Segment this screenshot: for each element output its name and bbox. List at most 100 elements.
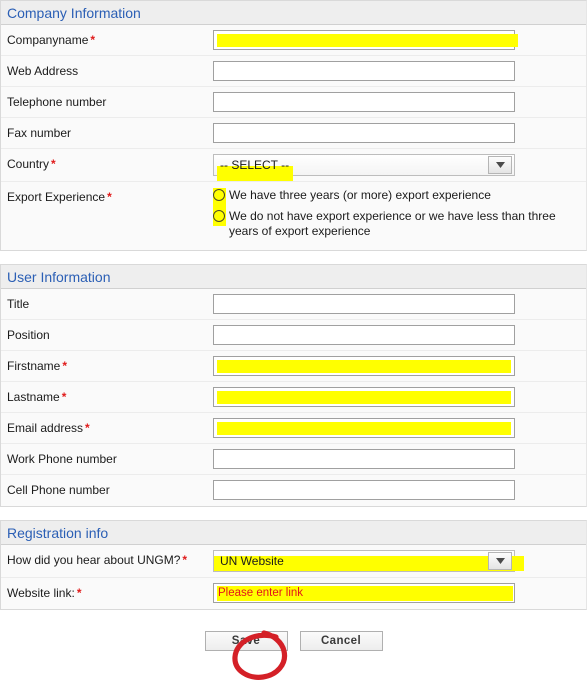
field-fax-number (213, 118, 586, 148)
cancel-button[interactable]: Cancel (299, 631, 383, 651)
highlight-overlay (217, 360, 511, 373)
asterisk-icon: * (90, 33, 96, 47)
button-row: Save Cancel (0, 631, 587, 651)
form-row-telephone-number: Telephone number (1, 87, 586, 118)
label-title: Title (1, 289, 213, 311)
field-email-address (213, 413, 586, 443)
form-row-companyname: Companyname * (1, 25, 586, 56)
fax-number-input[interactable] (213, 123, 515, 143)
section-title: Registration info (7, 525, 109, 541)
label-text: Web Address (7, 64, 79, 78)
field-cell-phone-number (213, 475, 586, 505)
radio-option-label: We have three years (or more) export exp… (229, 188, 491, 202)
section-title: Company Information (7, 5, 141, 21)
asterisk-icon: * (85, 421, 90, 435)
label-firstname: Firstname * (1, 351, 213, 373)
label-text: Export Experience (7, 190, 106, 204)
label-text: Title (7, 297, 30, 311)
label-country: Country * (1, 149, 213, 171)
chevron-down-icon[interactable] (488, 156, 512, 174)
label-text: Fax number (7, 126, 72, 140)
asterisk-icon: * (182, 553, 188, 567)
section-user-information: User Information Title Position Firstnam… (0, 264, 587, 507)
field-lastname (213, 382, 586, 412)
website-link-input[interactable]: Please enter link (213, 583, 515, 603)
form-row-website-link: Website link: * Please enter link (1, 578, 586, 609)
how-did-you-hear-select[interactable]: UN Website (213, 550, 524, 572)
label-text: Firstname (7, 359, 61, 373)
label-text: Work Phone number (7, 452, 117, 466)
label-cell-phone-number: Cell Phone number (1, 475, 213, 497)
form-row-export-experience: Export Experience * We have three years (… (1, 182, 586, 250)
field-web-address (213, 56, 586, 86)
label-telephone-number: Telephone number (1, 87, 213, 109)
label-text: Country (7, 157, 50, 171)
field-country: -- SELECT -- (213, 149, 586, 181)
label-export-experience: Export Experience * (1, 182, 213, 204)
highlight-overlay (217, 391, 511, 404)
field-position (213, 320, 586, 350)
radio-button-icon[interactable] (213, 210, 225, 222)
email-address-input[interactable] (213, 418, 515, 438)
lastname-input[interactable] (213, 387, 515, 407)
label-text: Website link: (7, 586, 75, 600)
how-did-you-hear-select-value: UN Website (220, 554, 284, 568)
section-gap (0, 507, 587, 520)
form-row-title: Title (1, 289, 586, 320)
work-phone-number-input[interactable] (213, 449, 515, 469)
label-text: Position (7, 328, 50, 342)
label-work-phone-number: Work Phone number (1, 444, 213, 466)
field-firstname (213, 351, 586, 381)
form-row-cell-phone-number: Cell Phone number (1, 475, 586, 506)
label-text: How did you hear about UNGM? (7, 553, 181, 567)
section-header-user-information: User Information (1, 265, 586, 289)
chevron-down-icon[interactable] (488, 552, 512, 570)
label-website-link: Website link: * (1, 578, 213, 600)
highlight-overlay (217, 34, 518, 47)
save-button[interactable]: Save (204, 631, 288, 651)
asterisk-icon: * (61, 390, 67, 404)
section-header-company-information: Company Information (1, 1, 586, 25)
registration-form-page: Company Information Companyname * Web Add… (0, 0, 587, 682)
section-title: User Information (7, 269, 111, 285)
cell-phone-number-input[interactable] (213, 480, 515, 500)
form-row-lastname: Lastname * (1, 382, 586, 413)
form-row-firstname: Firstname * (1, 351, 586, 382)
section-header-registration-info: Registration info (1, 521, 586, 545)
companyname-input[interactable] (213, 30, 518, 50)
field-title (213, 289, 586, 319)
field-companyname (213, 25, 586, 55)
field-how-did-you-hear: UN Website (213, 545, 586, 577)
telephone-number-input[interactable] (213, 92, 515, 112)
field-website-link: Please enter link (213, 578, 586, 608)
website-link-placeholder: Please enter link (217, 586, 513, 601)
radio-option-three-years[interactable]: We have three years (or more) export exp… (213, 188, 581, 203)
highlight-overlay (217, 422, 511, 435)
country-select-value: -- SELECT -- (220, 158, 290, 172)
label-lastname: Lastname * (1, 382, 213, 404)
form-footer: Save Cancel (0, 610, 587, 657)
section-company-information: Company Information Companyname * Web Add… (0, 0, 587, 251)
title-input[interactable] (213, 294, 515, 314)
position-input[interactable] (213, 325, 515, 345)
label-text: Companyname (7, 33, 89, 47)
firstname-input[interactable] (213, 356, 515, 376)
label-companyname: Companyname * (1, 25, 213, 47)
label-how-did-you-hear: How did you hear about UNGM? * (1, 545, 213, 567)
radio-button-icon[interactable] (213, 189, 225, 201)
form-row-country: Country * -- SELECT -- (1, 149, 586, 182)
section-registration-info: Registration info How did you hear about… (0, 520, 587, 610)
field-telephone-number (213, 87, 586, 117)
label-text: Email address (7, 421, 84, 435)
form-row-email-address: Email address * (1, 413, 586, 444)
label-email-address: Email address * (1, 413, 213, 435)
asterisk-icon: * (51, 157, 56, 171)
field-work-phone-number (213, 444, 586, 474)
web-address-input[interactable] (213, 61, 515, 81)
label-text: Telephone number (7, 95, 107, 109)
country-select[interactable]: -- SELECT -- (213, 154, 515, 181)
form-row-work-phone-number: Work Phone number (1, 444, 586, 475)
asterisk-icon: * (62, 359, 68, 373)
asterisk-icon: * (107, 190, 112, 204)
radio-option-less-than-three-years[interactable]: We do not have export experience or we h… (213, 209, 581, 239)
